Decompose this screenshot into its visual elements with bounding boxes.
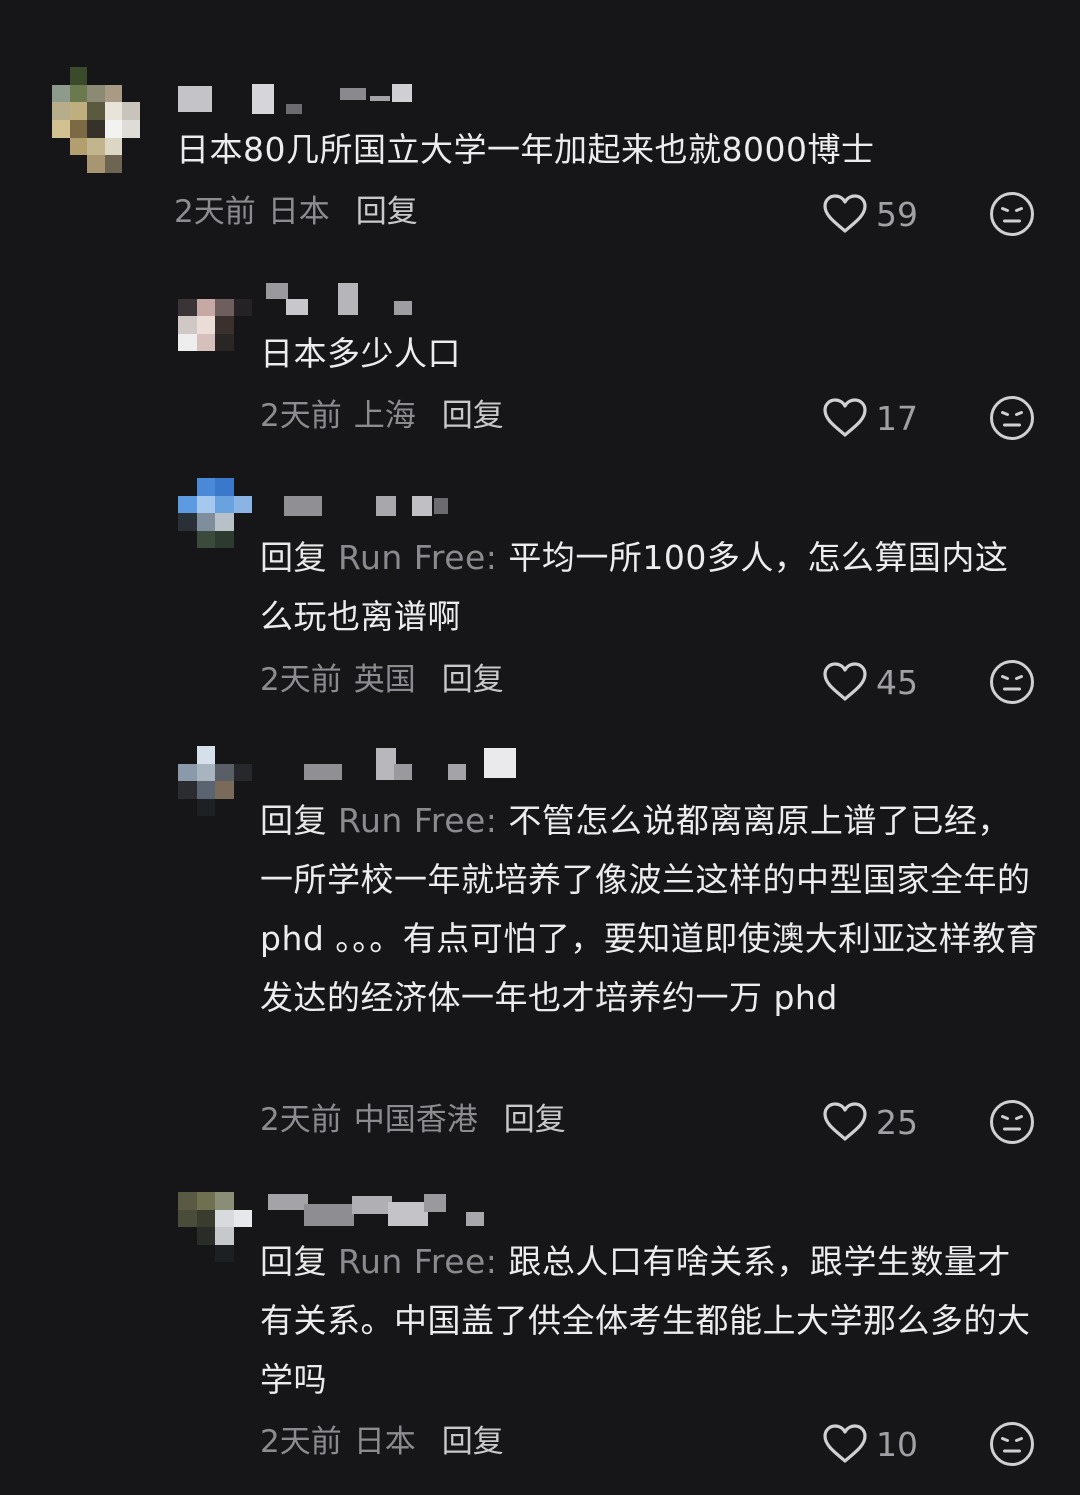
comment-meta: 2天前 英国 回复 (260, 660, 504, 700)
comment-meta: 2天前 日本 回复 (260, 1422, 504, 1462)
username-obscured[interactable] (300, 748, 540, 780)
reply-target: Run Free: (338, 538, 498, 577)
username-obscured[interactable] (178, 84, 418, 114)
reply-target: Run Free: (338, 801, 498, 840)
heart-outline-icon (822, 1423, 868, 1465)
comment-meta: 2天前 日本 回复 (174, 192, 418, 232)
reply-button[interactable]: 回复 (442, 662, 504, 698)
comment-meta: 2天前 上海 回复 (260, 396, 504, 436)
comment-text: 回复 Run Free: 平均一所100多人，怎么算国内这么玩也离谱啊 (260, 538, 1009, 636)
avatar[interactable] (178, 746, 252, 816)
like-count: 10 (876, 1424, 918, 1464)
dislike-button[interactable] (988, 1098, 1036, 1146)
avatar[interactable] (178, 1192, 252, 1262)
like-count: 45 (876, 662, 918, 702)
location: 日本 (353, 1424, 416, 1460)
like-button[interactable]: 17 (822, 394, 918, 442)
location: 中国香港 (353, 1102, 478, 1138)
reply-button[interactable]: 回复 (504, 1102, 566, 1138)
reply-button[interactable]: 回复 (442, 1424, 504, 1460)
heart-outline-icon (822, 397, 868, 439)
comment-text: 回复 Run Free: 不管怎么说都离离原上谱了已经，一所学校一年就培养了像波… (260, 801, 1040, 1017)
heart-outline-icon (822, 193, 868, 235)
username-obscured[interactable] (266, 283, 426, 315)
dislike-button[interactable] (988, 190, 1036, 238)
frown-face-icon (988, 394, 1036, 442)
frown-face-icon (988, 190, 1036, 238)
heart-outline-icon (822, 661, 868, 703)
timestamp: 2天前 (260, 1424, 342, 1460)
heart-outline-icon (822, 1101, 868, 1143)
location: 上海 (353, 398, 416, 434)
dislike-button[interactable] (988, 1420, 1036, 1468)
comment-meta: 2天前 中国香港 回复 (260, 1100, 566, 1140)
avatar[interactable] (178, 478, 252, 548)
avatar[interactable] (52, 67, 140, 173)
like-button[interactable]: 10 (822, 1420, 918, 1468)
comment-text: 回复 Run Free: 跟总人口有啥关系，跟学生数量才有关系。中国盖了供全体考… (260, 1242, 1031, 1399)
frown-face-icon (988, 1098, 1036, 1146)
dislike-button[interactable] (988, 394, 1036, 442)
like-count: 25 (876, 1102, 918, 1142)
timestamp: 2天前 (260, 398, 342, 434)
timestamp: 2天前 (174, 194, 256, 230)
frown-face-icon (988, 1420, 1036, 1468)
reply-target: Run Free: (338, 1242, 498, 1281)
avatar[interactable] (178, 281, 252, 351)
timestamp: 2天前 (260, 662, 342, 698)
username-obscured[interactable] (268, 1194, 488, 1226)
reply-button[interactable]: 回复 (356, 194, 418, 230)
like-button[interactable]: 45 (822, 658, 918, 706)
dislike-button[interactable] (988, 658, 1036, 706)
username-obscured[interactable] (284, 494, 464, 524)
comment-text: 日本80几所国立大学一年加起来也就8000博士 (176, 130, 875, 169)
reply-button[interactable]: 回复 (442, 398, 504, 434)
timestamp: 2天前 (260, 1102, 342, 1138)
like-count: 59 (876, 194, 918, 234)
location: 日本 (267, 194, 330, 230)
like-button[interactable]: 25 (822, 1098, 918, 1146)
frown-face-icon (988, 658, 1036, 706)
comment-text: 日本多少人口 (260, 334, 461, 373)
location: 英国 (353, 662, 416, 698)
like-button[interactable]: 59 (822, 190, 918, 238)
like-count: 17 (876, 398, 918, 438)
